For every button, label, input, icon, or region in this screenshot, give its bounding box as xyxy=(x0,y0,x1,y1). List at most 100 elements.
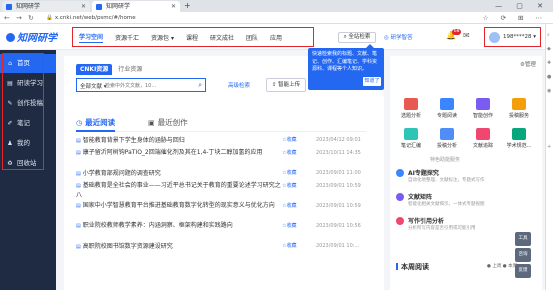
tool-submission-analysis[interactable]: 投稿分析 xyxy=(430,128,464,149)
document-icon: ▤ xyxy=(76,171,81,177)
top-nav: 学习空间 资源千汇 资源包 ▾ 课程 研文成社 团队 应用 xyxy=(72,27,314,47)
nav-item-courses[interactable]: 课程 xyxy=(186,33,198,42)
strip-outlook-icon[interactable]: ◉ xyxy=(547,88,551,94)
search-tip-popup: 快速检索我的标题、文献、笔记、创作、汇编笔记、学科资源科、课程等个人知识。 知道… xyxy=(308,44,384,90)
user-menu[interactable]: 198****28 ▾ xyxy=(484,27,541,47)
new-tab-button[interactable]: + xyxy=(184,0,191,12)
list-item-title[interactable]: ▤ 智能教育背景下学生身体的涵胁与回归 xyxy=(76,134,281,148)
forward-icon[interactable]: → xyxy=(16,12,22,24)
strip-games-icon[interactable]: ● xyxy=(547,74,551,80)
back-icon[interactable]: ← xyxy=(4,12,10,24)
nav-item-team[interactable]: 团队 xyxy=(246,33,258,42)
got-it-button[interactable]: 知道了 xyxy=(363,77,381,86)
recent-list: ▤ 智能教育背景下学生身体的涵胁与回归 ☆收藏 2023/04/12 09:01 … xyxy=(76,134,376,253)
browser-tabbar: 知网研学 ✕ 知网研学 ✕ + — ▢ ✕ xyxy=(0,0,553,12)
list-item-date: 2023/09/01 10:56 xyxy=(316,223,361,229)
document-icon: ▤ xyxy=(76,244,81,250)
nav-item-resource-pack[interactable]: 资源包 ▾ xyxy=(151,33,174,42)
tool-topic-analysis[interactable]: 选题分析 xyxy=(394,98,428,119)
browser-tab-2[interactable]: 知网研学 ✕ xyxy=(92,1,180,12)
list-item[interactable]: ▤ 高职院校图书馆数字资源建设研究 ☆收藏 2023/09/01 10:... xyxy=(76,240,376,253)
favorite-button[interactable]: ☆收藏 xyxy=(282,134,296,147)
list-item-title[interactable]: ▤ 高职院校图书馆数字资源建设研究 xyxy=(76,240,281,254)
search-box: 全部文献 ▾ ⌕ xyxy=(76,78,206,92)
floating-consult-button[interactable]: 咨询 xyxy=(515,248,531,262)
list-item-title-text: 智能教育背景下学生身体的涵胁与回归 xyxy=(82,137,185,144)
list-item-date: 2023/04/12 09:01 xyxy=(316,137,361,143)
favorite-button[interactable]: ☆收藏 xyxy=(282,200,296,213)
nav-item-community[interactable]: 研文成社 xyxy=(210,33,234,42)
favorite-button[interactable]: ☆收藏 xyxy=(282,167,296,180)
tab-industry-resources[interactable]: 行业资源 xyxy=(114,64,146,75)
tool-topic-reading[interactable]: 专题阅读 xyxy=(430,98,464,119)
main-content: CNKI资源 行业资源 全部文献 ▾ ⌕ 高级检索 ⇪ 智能上传 ◷最近阅读 ▣… xyxy=(64,56,384,290)
list-item[interactable]: ▤ 小学教育部规问题的调查研究 ☆收藏 2023/09/01 11:00 xyxy=(76,167,376,180)
window-controls[interactable]: — ▢ ✕ xyxy=(495,0,549,12)
message-icon[interactable]: ✉ xyxy=(463,31,470,40)
favorite-button[interactable]: ☆收藏 xyxy=(282,180,296,193)
tool-literature-tracking[interactable]: 文献追踪 xyxy=(466,128,500,149)
tool-submission-service[interactable]: 投稿服务 xyxy=(502,98,536,119)
search-icon[interactable]: ⌕ xyxy=(198,81,202,90)
list-item[interactable]: ▤ 职业院校教师教学素养：内涵洞察、框架构建和实践路向 ☆收藏 2023/09/0… xyxy=(76,220,376,240)
feature-ai-topic[interactable]: AI专题探究 自动化地整理、文献标注，专题式写作 xyxy=(392,166,542,188)
tool-smart-create[interactable]: 智能创作 xyxy=(466,98,500,119)
feature-title: AI专题探究 xyxy=(408,170,439,177)
strip-tools-icon[interactable]: ✚ xyxy=(547,60,551,66)
smart-upload-button[interactable]: ⇪ 智能上传 xyxy=(266,78,306,92)
matrix-icon xyxy=(396,193,404,201)
favorite-button[interactable]: ☆收藏 xyxy=(282,220,296,233)
manage-button[interactable]: ⚙管理 xyxy=(520,60,536,68)
strip-add-icon[interactable]: + xyxy=(547,144,551,150)
tool-note-compile[interactable]: 笔记汇编 xyxy=(394,128,428,149)
tab-recent-create[interactable]: ▣ 最近创作 xyxy=(148,117,188,128)
advanced-search-link[interactable]: 高级检索 xyxy=(228,81,250,89)
feature-literature-matrix[interactable]: 文献矩阵 智能化相关文献揭示，一体式专题视图 xyxy=(392,190,542,212)
list-item-title[interactable]: ▤ 康子留沂阿树钩PaTIO_2回端催化剂及其在1,4-丁块二醇加氢的应用 xyxy=(76,147,281,167)
tool-label: 选题分析 xyxy=(400,113,421,119)
tool-academic-norms[interactable]: 学术规范... xyxy=(502,128,536,149)
close-tab-icon[interactable]: ✕ xyxy=(81,1,86,12)
tab-recent-read[interactable]: ◷ 最近阅读 xyxy=(76,117,116,132)
floating-feedback-button[interactable]: 反馈 xyxy=(515,264,531,278)
nav-item-resources[interactable]: 资源千汇 xyxy=(115,33,139,42)
list-item-title[interactable]: ▤ 职业院校教师教学素养：内涵洞察、框架构建和实践路向 xyxy=(76,220,281,240)
tool-label: 笔记汇编 xyxy=(400,143,421,149)
favorite-button[interactable]: ☆收藏 xyxy=(282,240,296,253)
list-item-title-text: 高职院校图书馆数字资源建设研究 xyxy=(82,243,173,250)
content-tabs: ◷ 最近阅读 ▣ 最近创作 xyxy=(76,116,366,132)
browser-tab-1[interactable]: 知网研学 ✕ xyxy=(2,1,90,12)
url-field[interactable]: 🔒 x.cnki.net/web/psmc/#/home xyxy=(46,14,446,22)
list-item[interactable]: ▤ 智能教育背景下学生身体的涵胁与回归 ☆收藏 2023/04/12 09:01 xyxy=(76,134,376,147)
note-icon xyxy=(404,128,418,140)
browser-sidebar-strip: ⌕ ◆ ✚ ● ◉ + xyxy=(545,24,553,290)
nav-item-apps[interactable]: 应用 xyxy=(270,33,282,42)
reload-icon[interactable]: ↻ xyxy=(28,12,34,24)
bell-icon[interactable]: 🔔 68 xyxy=(446,29,461,40)
search-scope-select[interactable]: 全部文献 ▾ xyxy=(80,82,107,90)
list-item[interactable]: ▤ 康子留沂阿树钩PaTIO_2回端催化剂及其在1,4-丁块二醇加氢的应用 ☆收藏… xyxy=(76,147,376,167)
browser-tab-label: 知网研学 xyxy=(106,3,131,10)
nav-item-study-space[interactable]: 学习空间 xyxy=(79,32,104,43)
strip-search-icon[interactable]: ⌕ xyxy=(547,32,550,38)
list-item-title[interactable]: ▤ 国家中小学智慧教育平台推进基础教育数字化转型的现实意义与优化方向 xyxy=(76,200,281,220)
assistant-link[interactable]: ◎ 研学智答 xyxy=(384,33,413,41)
strip-shopping-icon[interactable]: ◆ xyxy=(547,46,551,52)
list-item-date: 2023/09/01 10:59 xyxy=(316,183,361,189)
list-item[interactable]: ▤ 基础教育是全社会的事业——习近平总书记关于教育的重要论述学习研究之八 ☆收藏 … xyxy=(76,180,376,200)
browser-toolbar-icons[interactable]: ☆ ⟳ ⊞ ⋯ xyxy=(483,12,547,24)
list-item[interactable]: ▤ 国家中小学智慧教育平台推进基础教育数字化转型的现实意义与优化方向 ☆收藏 20… xyxy=(76,200,376,220)
search-input[interactable] xyxy=(105,81,195,90)
track-icon xyxy=(476,128,490,140)
site-logo[interactable]: 知网研学 xyxy=(6,29,57,44)
site-search-button[interactable]: ⌕ 全站检索 xyxy=(338,32,376,43)
site-header: 知网研学 学习空间 资源千汇 资源包 ▾ 课程 研文成社 团队 应用 ⌕ 全站检… xyxy=(0,24,545,50)
close-tab-icon[interactable]: ✕ xyxy=(171,1,176,12)
list-item-title[interactable]: ▤ 基础教育是全社会的事业——习近平总书记关于教育的重要论述学习研究之八 xyxy=(76,180,281,200)
list-item-title[interactable]: ▤ 小学教育部规问题的调查研究 xyxy=(76,167,281,181)
assistant-label: 研学智答 xyxy=(390,35,413,41)
favorite-button[interactable]: ☆收藏 xyxy=(282,147,296,160)
tab-cnki-resources[interactable]: CNKI资源 xyxy=(76,64,113,75)
feature-title: 写作引用分析 xyxy=(408,218,445,225)
floating-tools-button[interactable]: 工具 xyxy=(515,232,531,246)
